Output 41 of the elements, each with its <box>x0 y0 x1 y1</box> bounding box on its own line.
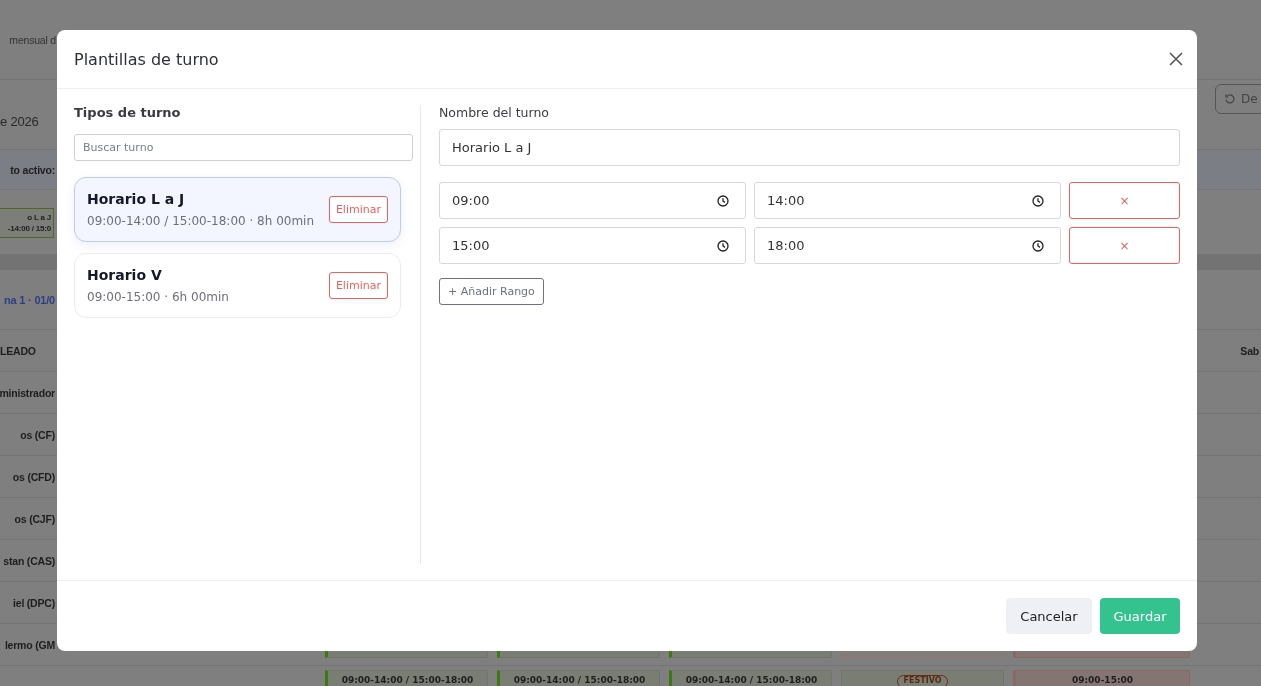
shift-cell: 09:00-14:00 / 15:00-18:00 <box>497 670 660 686</box>
date-text: e 2026 <box>0 114 39 129</box>
time-field[interactable]: 09:00 <box>439 182 746 219</box>
dialog-title: Plantillas de turno <box>74 49 219 69</box>
page-title: mensual d <box>9 33 56 46</box>
name-field[interactable]: Horario L a J <box>439 129 1180 166</box>
employee-name: os (CF) <box>20 428 55 441</box>
search-field[interactable]: Buscar turno <box>74 134 413 161</box>
active-label: to activo: <box>10 163 55 176</box>
cancel-button[interactable]: Cancelar <box>1006 598 1092 634</box>
shift-cell: 09:00-14:00 / 15:00-18:00 <box>669 670 832 686</box>
employee-name: iel (DPC) <box>13 596 55 609</box>
column-header: Sab <box>1240 344 1259 357</box>
shift-summary: 09:00-14:00 / 15:00-18:00 · 8h 00min <box>87 214 315 228</box>
employee-name: stan (CAS) <box>3 554 55 567</box>
shift-card[interactable]: Horario L a J 09:00-14:00 / 15:00-18:00 · 8h 00min Eliminar <box>74 177 401 242</box>
clock-icon <box>1032 194 1044 207</box>
clock-icon <box>717 194 729 207</box>
shift-card[interactable]: Horario V 09:00-15:00 · 6h 00min Eliminar <box>74 253 401 318</box>
shift-summary: 09:00-15:00 · 6h 00min <box>87 290 229 304</box>
column-header: LEADO <box>0 344 36 357</box>
employee-name: ministrador <box>0 386 55 399</box>
section-heading: Tipos de turno <box>74 105 182 120</box>
time-field[interactable]: 14:00 <box>754 182 1061 219</box>
shift-cell: 09:00-15:00 <box>1013 670 1190 686</box>
refresh-icon <box>1224 93 1236 105</box>
shift-name: Horario V <box>87 267 163 283</box>
clock-icon <box>1032 239 1044 252</box>
add-range-button[interactable]: + Añadir Rango <box>439 278 544 305</box>
close-icon <box>1169 52 1183 66</box>
clock-icon <box>717 239 729 252</box>
shift-name: Horario L a J <box>87 191 186 207</box>
field-label: Nombre del turno <box>439 105 551 120</box>
week-title: na 1 · 01/0 <box>4 293 55 306</box>
shift-chip[interactable]: o L a J -14:00 / 15:0 <box>0 208 54 238</box>
time-field[interactable]: 18:00 <box>754 227 1061 264</box>
employee-name: os (CFD) <box>12 470 55 483</box>
employee-name: os (CJF) <box>14 512 55 525</box>
shift-cell: 09:00-14:00 / 15:00-18:00 <box>325 670 488 686</box>
employee-name: lermo (GM <box>4 638 55 651</box>
time-field[interactable]: 15:00 <box>439 227 746 264</box>
